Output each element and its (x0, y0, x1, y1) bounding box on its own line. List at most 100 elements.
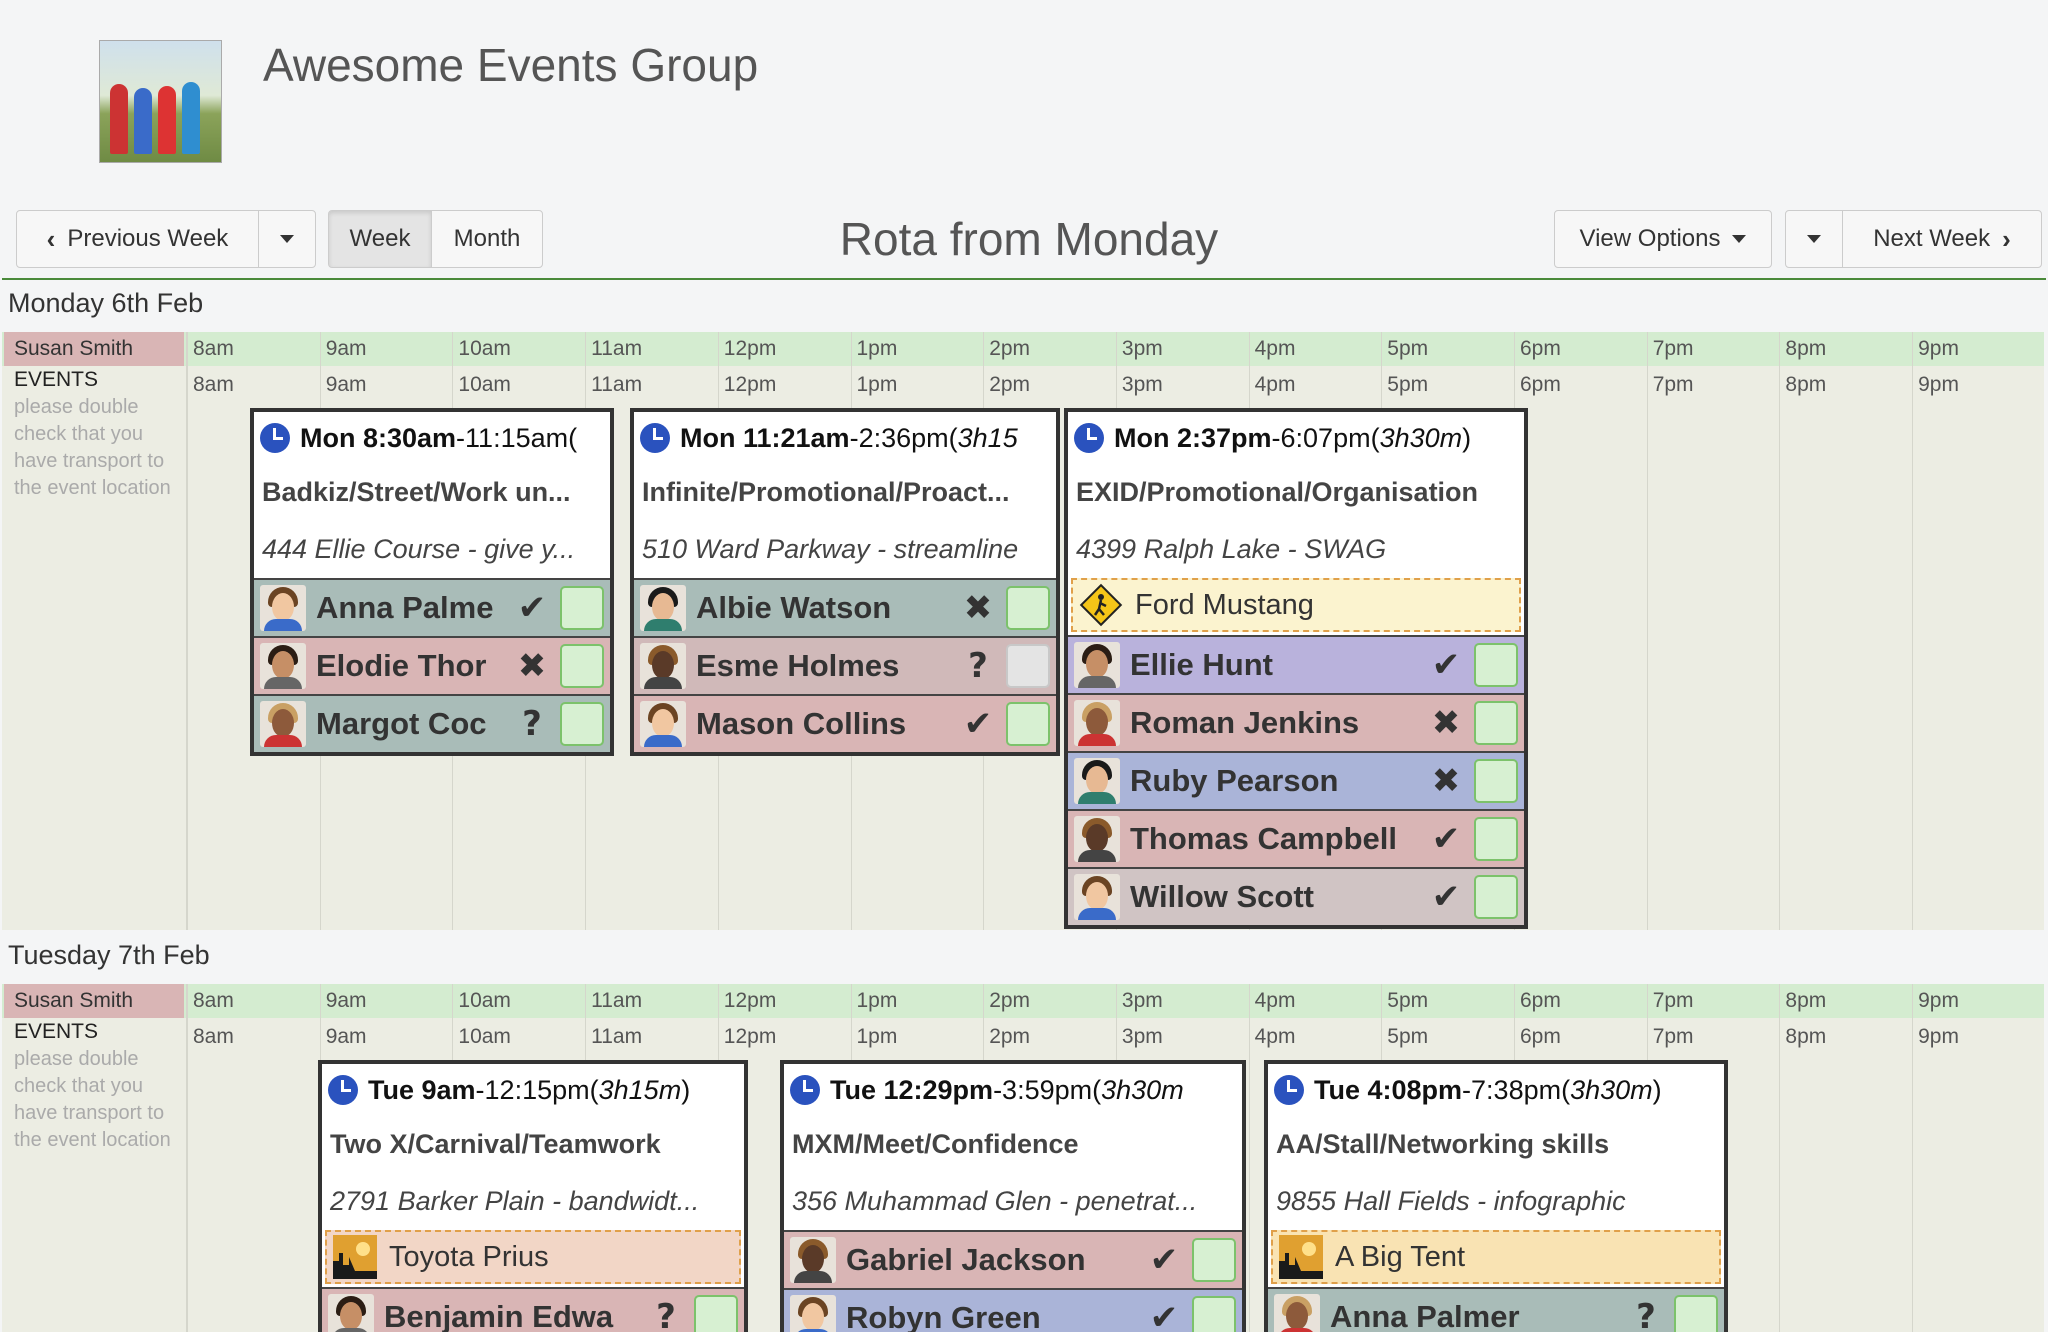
events-hour-label: 1pm (856, 1025, 898, 1048)
view-options-button[interactable]: View Options (1554, 210, 1772, 268)
event-duration: (3h30m (1092, 1074, 1184, 1105)
caret-down-icon (280, 235, 294, 243)
attendance-checkbox[interactable] (1674, 1295, 1718, 1332)
avatar (1274, 1294, 1320, 1332)
event-card[interactable]: Mon 8:30am -11:15am (Badkiz/Street/Work u… (250, 408, 614, 756)
avatar (328, 1294, 374, 1332)
person-name-cell[interactable]: Susan Smith (4, 984, 184, 1018)
check-icon: ✔ (1431, 877, 1461, 917)
hour-gridline (1779, 332, 1781, 930)
events-hour-label: 2pm (989, 373, 1031, 396)
next-week-button[interactable]: Next Week › (1842, 210, 2042, 268)
person-hour-label: 8pm (1785, 337, 1827, 360)
staff-name: Margot Coc (316, 706, 487, 741)
person-hour-label: 10am (458, 989, 511, 1012)
person-hour-label: 1pm (856, 337, 898, 360)
event-end-time: -12:15pm (475, 1074, 590, 1105)
attendance-checkbox[interactable] (560, 644, 604, 688)
month-view-button[interactable]: Month (431, 210, 543, 268)
staff-row[interactable]: Albie Watson ✖ (634, 578, 1056, 636)
event-start-time: Mon 2:37pm (1114, 422, 1272, 453)
event-end-time: -7:38pm (1462, 1074, 1562, 1105)
events-hour-label: 11am (591, 1025, 643, 1048)
person-hour-label: 6pm (1520, 989, 1561, 1012)
events-hour-label: 6pm (1520, 1025, 1561, 1048)
attendance-checkbox[interactable] (1006, 586, 1050, 630)
month-label: Month (453, 225, 521, 252)
avatar (260, 585, 306, 631)
events-hour-label: 4pm (1254, 1025, 1296, 1048)
attendance-checkbox[interactable] (1006, 702, 1050, 746)
avatar (640, 643, 686, 689)
attendance-checkbox[interactable] (560, 586, 604, 630)
staff-row[interactable]: Elodie Thor ✖ (254, 636, 610, 694)
event-resource[interactable]: Ford Mustang (1071, 578, 1521, 632)
week-view-button[interactable]: Week (328, 210, 432, 268)
events-hour-label: 7pm (1652, 1025, 1694, 1048)
person-hour-label: 8am (193, 337, 234, 360)
next-week-dropdown[interactable] (1785, 210, 1843, 268)
staff-row[interactable]: Anna Palmer? (1268, 1287, 1724, 1332)
attendance-checkbox[interactable] (560, 702, 604, 746)
person-hour-label: 2pm (989, 989, 1031, 1012)
attendance-checkbox[interactable] (1474, 817, 1518, 861)
attendance-checkbox[interactable] (1474, 759, 1518, 803)
clock-icon (790, 1075, 820, 1105)
person-hour-label: 4pm (1254, 989, 1296, 1012)
staff-row[interactable]: Robyn Green ✔ (784, 1288, 1242, 1332)
event-resource[interactable]: Toyota Prius (325, 1230, 741, 1284)
event-duration: (3h15 (948, 422, 1018, 453)
attendance-checkbox[interactable] (694, 1295, 738, 1332)
event-card[interactable]: Mon 11:21am -2:36pm (3h15 Infinite/Promoti… (630, 408, 1060, 756)
staff-row[interactable]: Ruby Pearson ✖ (1068, 751, 1524, 809)
events-hour-label: 12pm (723, 1025, 777, 1048)
divider (2, 278, 2046, 280)
event-time: Mon 2:37pm -6:07pm (3h30m) (1068, 412, 1524, 464)
event-card[interactable]: Tue 4:08pm -7:38pm (3h30m) AA/Stall/Networ… (1264, 1060, 1728, 1332)
staff-row[interactable]: Anna Palme ✔ (254, 578, 610, 636)
check-icon: ✔ (963, 704, 993, 744)
person-hour-label: 11am (591, 989, 643, 1012)
attendance-checkbox[interactable] (1192, 1296, 1236, 1332)
clock-icon (1074, 423, 1104, 453)
attendance-checkbox[interactable] (1474, 643, 1518, 687)
previous-week-dropdown[interactable] (258, 210, 316, 268)
event-card[interactable]: Mon 2:37pm -6:07pm (3h30m) EXID/Promotiona… (1064, 408, 1528, 929)
event-location: 356 Muhammad Glen - penetrat... (792, 1186, 1198, 1216)
staff-row[interactable]: Gabriel Jackson ✔ (784, 1230, 1242, 1288)
previous-week-button[interactable]: ‹ Previous Week (16, 210, 259, 268)
events-hour-label: 3pm (1121, 1025, 1163, 1048)
event-card[interactable]: Tue 9am -12:15pm (3h15m) Two X/Carnival/Te… (318, 1060, 748, 1332)
staff-row[interactable]: Mason Collins ✔ (634, 694, 1056, 752)
staff-row[interactable]: Esme Holmes? (634, 636, 1056, 694)
chevron-left-icon: ‹ (46, 223, 56, 254)
attendance-checkbox[interactable] (1192, 1238, 1236, 1282)
staff-row[interactable]: Roman Jenkins ✖ (1068, 693, 1524, 751)
attendance-checkbox[interactable] (1474, 701, 1518, 745)
avatar (640, 585, 686, 631)
person-hour-label: 7pm (1652, 337, 1694, 360)
event-resource[interactable]: A Big Tent (1271, 1230, 1721, 1284)
staff-row[interactable]: Benjamin Edwa? (322, 1287, 744, 1332)
staff-row[interactable]: Margot Coc? (254, 694, 610, 752)
person-hour-label: 7pm (1652, 989, 1694, 1012)
attendance-checkbox[interactable] (1474, 875, 1518, 919)
staff-row[interactable]: Willow Scott ✔ (1068, 867, 1524, 925)
events-hour-label: 3pm (1121, 373, 1163, 396)
person-hour-label: 9am (325, 337, 367, 360)
event-start-time: Mon 8:30am (300, 422, 457, 453)
event-card[interactable]: Tue 12:29pm -3:59pm (3h30m MXM/Meet/Confid… (780, 1060, 1246, 1332)
person-name-cell[interactable]: Susan Smith (4, 332, 184, 366)
view-options-label: View Options (1579, 225, 1721, 252)
staff-row[interactable]: Ellie Hunt ✔ (1068, 635, 1524, 693)
staff-name: Mason Collins (696, 706, 907, 741)
staff-row[interactable]: Thomas Campbell ✔ (1068, 809, 1524, 867)
attendance-checkbox[interactable] (1006, 644, 1050, 688)
avatar (790, 1295, 836, 1332)
event-end-time: -6:07pm (1271, 422, 1371, 453)
person-hour-label: 10am (458, 337, 511, 360)
staff-name: Ellie Hunt (1130, 647, 1273, 682)
cross-icon: ✖ (517, 646, 547, 686)
event-location: 4399 Ralph Lake - SWAG (1076, 534, 1387, 564)
day-grid: Susan Smith 8am 8am 9am 9am 10am 10am 11am 11am 1… (2, 984, 2044, 1332)
